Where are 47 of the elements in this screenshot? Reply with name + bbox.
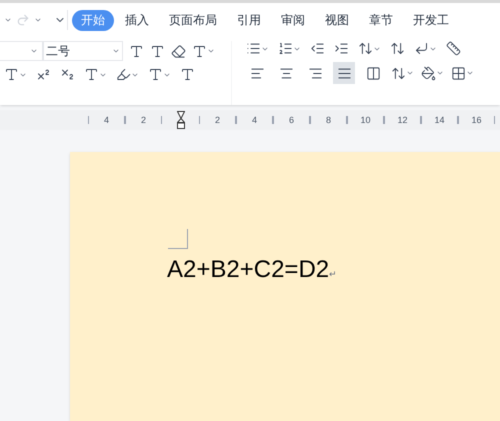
- margin-corner-mark: [168, 229, 188, 249]
- ribbon-tab[interactable]: 章节: [360, 10, 402, 30]
- caret-icon[interactable]: [30, 47, 38, 55]
- ribbon-tab[interactable]: 视图: [316, 10, 358, 30]
- caret-icon[interactable]: [112, 47, 120, 55]
- caret-icon[interactable]: [436, 69, 444, 77]
- subscript-icon[interactable]: [60, 67, 75, 82]
- ruler-number: 4: [252, 116, 257, 124]
- ruler-number: 6: [288, 116, 294, 124]
- ruler-icon[interactable]: [446, 41, 461, 56]
- ruler-number: 8: [326, 116, 331, 124]
- align-right-icon: [308, 66, 322, 80]
- borders-icon[interactable]: [451, 66, 466, 80]
- align-justify-icon: [336, 66, 352, 80]
- caret-icon[interactable]: [466, 69, 474, 77]
- caret-icon[interactable]: [406, 69, 414, 77]
- shading-icon[interactable]: [421, 66, 436, 80]
- ribbon-tab[interactable]: 审阅: [272, 10, 314, 30]
- ruler-number: 12: [397, 116, 408, 124]
- outdent-icon[interactable]: [310, 41, 325, 56]
- ribbon-tab[interactable]: 开发工: [404, 10, 458, 30]
- caret-icon[interactable]: [207, 47, 215, 55]
- font-name-field[interactable]: [0, 41, 43, 61]
- superscript-icon[interactable]: [36, 67, 51, 82]
- font-size-field[interactable]: 二号: [43, 41, 123, 61]
- caret-icon[interactable]: [4, 16, 12, 24]
- ruler-number: 10: [360, 116, 370, 124]
- ribbon-tab[interactable]: 插入: [116, 10, 158, 30]
- paragraph-mark: ↵: [329, 268, 338, 280]
- ribbon-tab[interactable]: 引用: [228, 10, 270, 30]
- align-center-icon: [278, 66, 294, 80]
- ruler-number: 4: [104, 116, 109, 124]
- return-icon[interactable]: [414, 41, 429, 56]
- ruler-number: 2: [214, 116, 220, 124]
- indent-marker-icon[interactable]: [176, 111, 184, 129]
- caret-icon[interactable]: [34, 16, 42, 24]
- ribbon-tab[interactable]: 页面布局: [160, 10, 226, 30]
- eraser-icon[interactable]: [171, 44, 186, 58]
- align-button[interactable]: [333, 62, 355, 84]
- ruler-number: 16: [471, 116, 482, 124]
- numbered-list-icon[interactable]: [278, 41, 293, 56]
- ruler-number: 2: [140, 116, 146, 124]
- indent-icon[interactable]: [334, 41, 349, 56]
- highlighter-icon[interactable]: [116, 67, 131, 82]
- align-left-icon: [250, 66, 264, 80]
- ruler-number: 14: [434, 116, 444, 124]
- document-text: A2+B2+C2=D2: [167, 255, 330, 285]
